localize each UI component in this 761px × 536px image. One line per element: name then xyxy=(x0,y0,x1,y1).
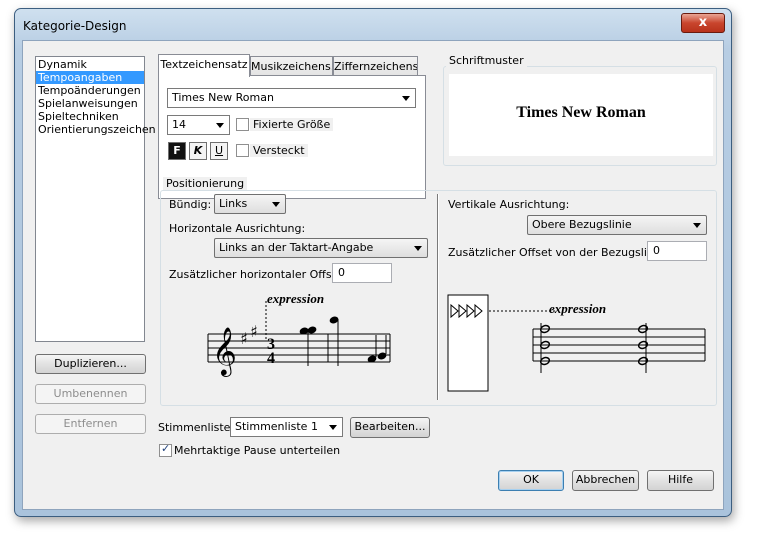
bold-button[interactable]: F xyxy=(168,142,186,160)
expression-left-text: expression xyxy=(267,291,325,306)
justify-combo[interactable]: Links xyxy=(214,194,286,214)
remove-button[interactable]: Entfernen xyxy=(35,414,146,434)
font-preview: Times New Roman xyxy=(449,74,713,156)
time-sig-bottom: 4 xyxy=(267,350,275,367)
list-item[interactable]: Tempoangaben xyxy=(36,71,144,84)
preview-group-label: Schriftmuster xyxy=(446,54,527,67)
hidden-checkbox[interactable] xyxy=(236,144,249,157)
tab-ziffernzeichensatz[interactable]: Ziffernzeichens. xyxy=(333,56,418,76)
tab-musikzeichensatz[interactable]: Musikzeichens. xyxy=(250,56,333,76)
svg-text:♯: ♯ xyxy=(240,329,248,348)
close-button[interactable]: x xyxy=(681,13,725,33)
list-item[interactable]: Spieltechniken xyxy=(36,110,144,123)
fixed-size-label: Fixierte Größe xyxy=(250,118,334,131)
vertical-align-label: Vertikale Ausrichtung: xyxy=(448,198,570,211)
chevron-down-icon xyxy=(272,202,280,207)
ok-button[interactable]: OK xyxy=(498,470,564,491)
group-divider xyxy=(437,194,439,400)
list-item[interactable]: Dynamik xyxy=(36,58,144,71)
font-size-combo[interactable]: 14 xyxy=(167,115,230,135)
font-name-value: Times New Roman xyxy=(172,91,274,104)
list-item[interactable]: Tempoänderungen xyxy=(36,84,144,97)
underline-button[interactable]: U xyxy=(210,142,228,160)
window-title: Kategorie-Design xyxy=(23,19,127,33)
split-rests-label: Mehrtaktige Pause unterteilen xyxy=(174,444,341,457)
category-list[interactable]: Dynamik Tempoangaben Tempoänderungen Spi… xyxy=(35,56,156,342)
font-name-combo[interactable]: Times New Roman xyxy=(167,88,416,108)
chevron-down-icon xyxy=(693,223,701,228)
vertical-align-combo[interactable]: Obere Bezugslinie xyxy=(527,215,707,235)
hidden-label: Versteckt xyxy=(250,144,308,157)
list-item[interactable]: Spielanweisungen xyxy=(36,97,144,110)
help-button[interactable]: Hilfe xyxy=(647,470,714,491)
vertical-offset-label: Zusätzlicher Offset von der Bezugslinie: xyxy=(448,246,668,259)
cancel-button[interactable]: Abbrechen xyxy=(572,470,639,491)
dialog-window: Kategorie-Design x Dynamik Tempoangaben … xyxy=(14,8,732,517)
dialog-client-area: Dynamik Tempoangaben Tempoänderungen Spi… xyxy=(22,40,724,510)
justify-value: Links xyxy=(219,197,248,210)
vertical-align-value: Obere Bezugslinie xyxy=(532,218,632,231)
justify-label: Bündig: xyxy=(169,198,212,211)
vertical-offset-input[interactable]: 0 xyxy=(647,241,707,261)
staff-list-label: Stimmenliste: xyxy=(158,421,235,434)
chevron-down-icon xyxy=(329,425,337,430)
list-item[interactable]: Orientierungszeichen xyxy=(36,123,156,136)
positioning-group-label: Positionierung xyxy=(163,177,248,190)
horizontal-align-combo[interactable]: Links an der Taktart-Angabe xyxy=(214,238,428,258)
split-rests-checkbox[interactable] xyxy=(159,442,172,457)
tab-textzeichensatz[interactable]: Textzeichensatz xyxy=(158,54,250,77)
staff-list-combo[interactable]: Stimmenliste 1 xyxy=(230,417,343,437)
chevron-down-icon xyxy=(402,96,410,101)
preview-sample-text: Times New Roman xyxy=(516,104,646,121)
duplicate-button[interactable]: Duplizieren... xyxy=(35,354,146,374)
chevron-down-icon xyxy=(216,123,224,128)
italic-button[interactable]: K xyxy=(189,142,207,160)
chevron-down-icon xyxy=(414,246,422,251)
horizontal-align-label: Horizontale Ausrichtung: xyxy=(169,222,306,235)
edit-button[interactable]: Bearbeiten... xyxy=(350,417,430,438)
horizontal-offset-label: Zusätzlicher horizontaler Offset: xyxy=(169,268,347,281)
fixed-size-checkbox[interactable] xyxy=(236,118,249,131)
font-size-value: 14 xyxy=(172,118,186,131)
svg-text:𝄞: 𝄞 xyxy=(212,326,237,377)
staff-list-value: Stimmenliste 1 xyxy=(235,420,318,433)
horizontal-align-value: Links an der Taktart-Angabe xyxy=(219,241,374,254)
svg-text:♯: ♯ xyxy=(250,322,258,341)
expression-right-text: expression xyxy=(549,301,607,316)
horizontal-offset-input[interactable]: 0 xyxy=(332,263,392,283)
rename-button[interactable]: Umbenennen xyxy=(35,384,146,404)
